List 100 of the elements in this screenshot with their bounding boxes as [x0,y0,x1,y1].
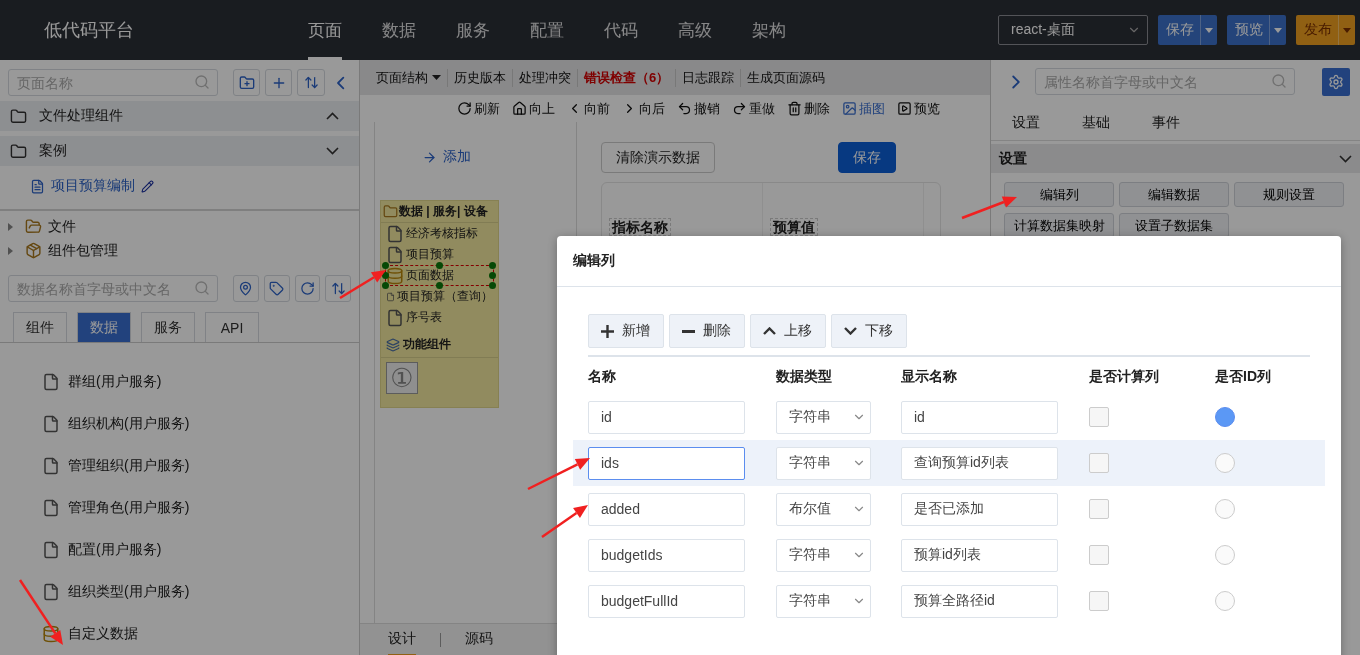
data-item[interactable]: 自定义数据 [0,613,359,655]
toolbar-button[interactable]: 新增 [588,314,664,348]
data-label: 组织机构(用户服务) [68,415,191,433]
toolbar-button[interactable]: 下移 [831,314,907,348]
data-item[interactable]: 群组(用户服务) [0,361,359,403]
display-name-field[interactable]: 是否已添加 [901,492,1058,526]
palette-item[interactable]: 经济考核指标 [385,223,494,244]
group-header[interactable]: 文件处理组件 [0,101,359,132]
column-row[interactable]: ids 字符串 查询预算id列表 [573,440,1325,486]
group-header[interactable]: 案例 [0,136,359,167]
data-label: 群组(用户服务) [68,373,163,391]
data-label: 配置(用户服务) [68,541,163,559]
tree-label: 文件 [48,217,77,236]
nav-tab[interactable]: 高级 [678,0,712,60]
palette-title: 数据 | 服务| 设备 [399,203,488,220]
panel-tab[interactable]: 服务 [141,312,195,342]
property-tab[interactable]: 事件 [1152,113,1180,132]
toolbar-button[interactable]: 上移 [750,314,826,348]
column-header: 名称 [588,367,617,386]
add-link[interactable]: 添加 [422,148,471,166]
data-item[interactable]: 管理组织(用户服务) [0,445,359,487]
data-item[interactable]: 管理角色(用户服务) [0,487,359,529]
data-item[interactable]: 组织机构(用户服务) [0,403,359,445]
column-header: 显示名称 [901,367,958,386]
toolbar-button[interactable]: 刷新 [457,99,500,118]
column-row[interactable]: id 字符串 id [573,394,1325,440]
property-tab[interactable]: 设置 [1012,113,1040,132]
display-name-field[interactable]: 预算id列表 [901,538,1058,572]
nav-tab[interactable]: 服务 [456,0,490,60]
palette-item[interactable]: 序号表 [385,307,494,328]
panel-tab[interactable]: API [205,312,259,342]
tree-label: 组件包管理 [48,241,119,260]
platform-select[interactable]: react-桌面 [998,15,1148,45]
menu-item[interactable]: 处理冲突 [512,68,577,87]
nav-tab[interactable]: 配置 [530,0,564,60]
type-select[interactable]: 字符串 [776,584,871,618]
tree-item[interactable]: 组件包管理 [0,238,359,263]
nav-tab[interactable]: 数据 [382,0,416,60]
display-name-field[interactable]: id [901,400,1058,434]
column-header: 是否计算列 [1089,367,1160,386]
type-select[interactable]: 字符串 [776,400,871,434]
menu-item[interactable]: 页面结构 [376,68,447,87]
panel-tab[interactable]: 组件 [13,312,67,342]
split-button[interactable]: 保存 [1158,15,1217,45]
tree-item[interactable]: 文件 [0,214,359,239]
dialog-title: 编辑列 [573,252,615,270]
data-item[interactable]: 组织类型(用户服务) [0,571,359,613]
toolbar-button[interactable]: 向前 [567,99,610,118]
name-field[interactable]: budgetIds [588,538,745,572]
menu-item[interactable]: 生成页面源码 [740,68,832,87]
toolbar-button[interactable]: 重做 [732,99,775,118]
column-header: 是否ID列 [1215,367,1272,386]
nav-tab[interactable]: 代码 [604,0,638,60]
data-label: 组织类型(用户服务) [68,583,191,601]
editor-tab[interactable]: 源码 [465,623,493,655]
type-select[interactable]: 字符串 [776,538,871,572]
menu-item[interactable]: 历史版本 [447,68,512,87]
column-row[interactable]: budgetFullId 字符串 预算全路径id [573,578,1325,624]
panel-tab[interactable]: 数据 [77,312,131,342]
type-select[interactable]: 字符串 [776,446,871,480]
palette-item[interactable]: 项目预算 [385,244,494,265]
display-name-field[interactable]: 预算全路径id [901,584,1058,618]
name-field[interactable]: added [588,492,745,526]
toolbar-button[interactable]: 删除 [669,314,745,348]
type-select[interactable]: 布尔值 [776,492,871,526]
property-button[interactable]: 规则设置 [1234,182,1344,207]
toolbar-button[interactable]: 预览 [897,99,940,118]
display-name-field[interactable]: 查询预算id列表 [901,446,1058,480]
property-button[interactable]: 设置子数据集 [1119,213,1229,238]
column-row[interactable]: added 布尔值 是否已添加 [573,486,1325,532]
palette-item[interactable]: 页面数据 [385,265,494,286]
nav-tab[interactable]: 架构 [752,0,786,60]
property-button[interactable]: 编辑列 [1004,182,1114,207]
name-field[interactable]: ids [588,446,745,480]
toolbar-button[interactable]: 向后 [622,99,665,118]
property-button[interactable]: 编辑数据 [1119,182,1229,207]
toolbar-button[interactable]: 向上 [512,99,555,118]
split-button[interactable]: 预览 [1227,15,1286,45]
property-tab[interactable]: 基础 [1082,113,1110,132]
section-header[interactable]: 设置 [991,144,1360,173]
name-field[interactable]: budgetFullId [588,584,745,618]
toolbar-button[interactable]: 插图 [842,99,885,118]
data-label: 管理组织(用户服务) [68,457,191,475]
data-label: 管理角色(用户服务) [68,499,191,517]
column-row[interactable]: budgetIds 字符串 预算id列表 [573,532,1325,578]
palette-item[interactable]: 项目预算（查询） [385,286,494,307]
data-item[interactable]: 配置(用户服务) [0,529,359,571]
action-button[interactable]: 清除演示数据 [601,142,715,173]
group-label: 案例 [39,142,68,161]
property-button[interactable]: 计算数据集映射 [1004,213,1114,238]
menu-item[interactable]: 日志跟踪 [675,68,741,87]
toolbar-button[interactable]: 删除 [787,99,830,118]
column-header: 数据类型 [776,367,833,386]
action-button[interactable]: 保存 [838,142,896,173]
editor-tab[interactable]: 设计 [388,623,416,655]
name-field[interactable]: id [588,400,745,434]
section-title: 设置 [999,149,1027,168]
app-title: 低代码平台 [44,19,135,42]
toolbar-button[interactable]: 撤销 [677,99,720,118]
page-link[interactable]: 项目预算编制 [0,166,359,207]
